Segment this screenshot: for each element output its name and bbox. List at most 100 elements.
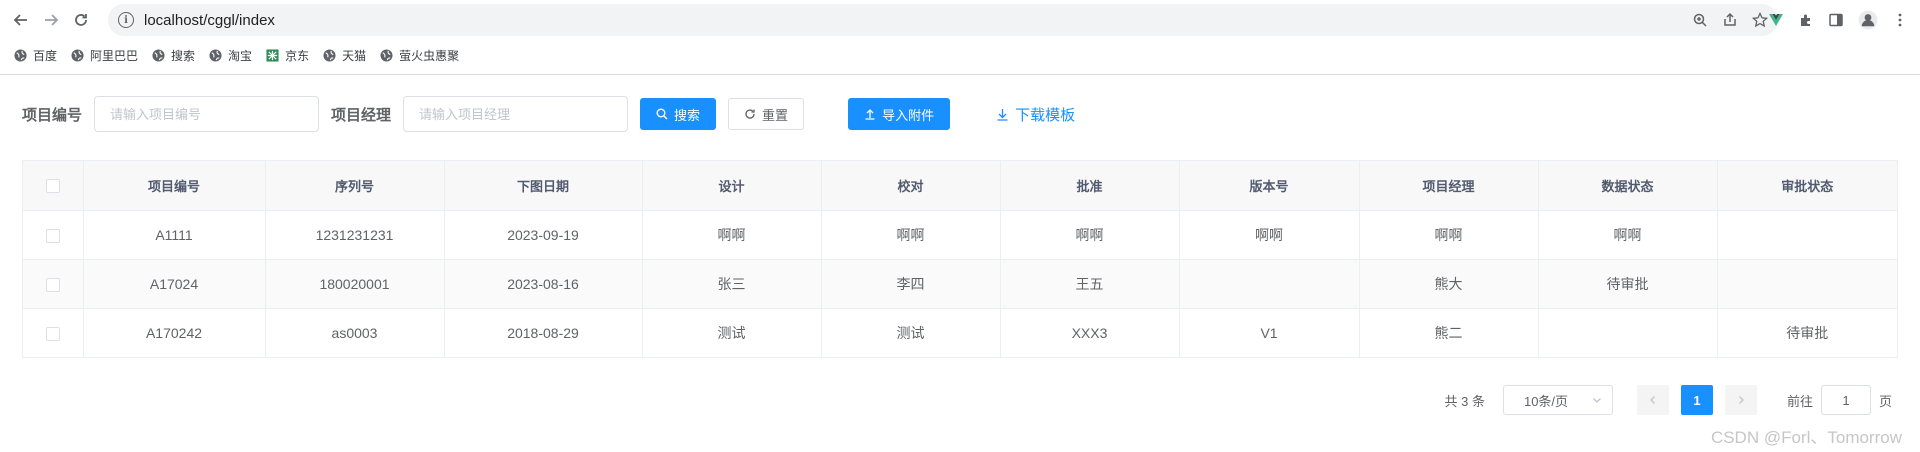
select-all-checkbox[interactable] xyxy=(45,179,60,194)
pagination: 共 3 条 10条/页 1 前往 页 xyxy=(1445,385,1892,415)
refresh-icon xyxy=(745,109,755,119)
share-icon[interactable] xyxy=(1722,12,1738,28)
row-select-cell xyxy=(23,259,84,309)
bookmark-jd[interactable]: 京东 xyxy=(266,47,309,64)
row-checkbox[interactable] xyxy=(45,228,60,243)
search-form: 项目编号 项目经理 搜索 重置 导入附件 下载模板 xyxy=(22,96,1075,132)
bookmark-baidu[interactable]: 百度 xyxy=(14,47,57,64)
bookmark-taobao[interactable]: 淘宝 xyxy=(209,47,252,64)
page-size-select[interactable]: 10条/页 xyxy=(1502,385,1613,415)
globe-icon xyxy=(14,48,27,62)
table-cell: 王五 xyxy=(1000,259,1180,309)
bookmark-label: 京东 xyxy=(285,48,310,63)
manager-label: 项目经理 xyxy=(331,106,392,124)
globe-icon xyxy=(209,48,222,62)
table-cell: 熊大 xyxy=(1359,259,1539,309)
column-header[interactable]: 数据状态 xyxy=(1538,161,1718,211)
table-cell: 测试 xyxy=(642,308,822,357)
column-header[interactable]: 序列号 xyxy=(265,161,445,211)
table-cell: A1111 xyxy=(83,210,266,260)
bookmark-label: 百度 xyxy=(33,48,58,63)
data-table: 项目编号 序列号 下图日期 设计 校对 批准 版本号 项目经理 数据状态 审批状… xyxy=(22,160,1898,358)
bookmark-label: 天猫 xyxy=(342,48,367,63)
reload-button[interactable] xyxy=(66,5,96,35)
column-header[interactable]: 校对 xyxy=(821,161,1001,211)
address-bar[interactable]: i localhost/cggl/index xyxy=(108,4,1778,36)
bookmark-label: 阿里巴巴 xyxy=(90,48,139,63)
download-template-label: 下载模板 xyxy=(1015,106,1076,124)
arrow-left-icon xyxy=(13,14,27,26)
goto-suffix: 页 xyxy=(1878,393,1892,409)
table-cell xyxy=(1717,210,1897,260)
bookmark-star-icon[interactable] xyxy=(1752,12,1768,28)
goto-page-input[interactable] xyxy=(1820,385,1871,415)
column-header[interactable]: 设计 xyxy=(642,161,822,211)
page-content: 项目编号 项目经理 搜索 重置 导入附件 下载模板 xyxy=(0,75,1920,452)
bookmark-tmall[interactable]: 天猫 xyxy=(323,47,366,64)
site-info-icon[interactable]: i xyxy=(118,12,134,28)
next-page-button[interactable] xyxy=(1724,385,1757,415)
extensions-icon[interactable] xyxy=(1798,12,1814,28)
watermark: CSDN @Forl、Tomorrow xyxy=(1710,428,1902,447)
chevron-down-icon xyxy=(1593,398,1601,403)
forward-button[interactable] xyxy=(36,5,66,35)
column-header[interactable]: 版本号 xyxy=(1179,161,1360,211)
bookmark-label: 搜索 xyxy=(171,48,196,63)
prev-page-button[interactable] xyxy=(1636,385,1669,415)
select-all-cell xyxy=(23,161,84,211)
column-header[interactable]: 项目编号 xyxy=(83,161,266,211)
zoom-icon[interactable] xyxy=(1692,12,1708,28)
back-button[interactable] xyxy=(6,5,36,35)
download-icon xyxy=(997,108,1008,121)
bookmark-firefly[interactable]: 萤火虫惠聚 xyxy=(380,47,459,64)
globe-icon xyxy=(323,48,336,62)
reload-icon xyxy=(75,14,87,26)
reset-button[interactable]: 重置 xyxy=(728,98,805,130)
upload-icon xyxy=(865,109,875,120)
row-checkbox[interactable] xyxy=(45,326,60,341)
table-cell: XXX3 xyxy=(1000,308,1180,357)
table-cell: 李四 xyxy=(821,259,1001,309)
search-icon xyxy=(656,108,668,120)
table-cell: 啊啊 xyxy=(1179,210,1360,260)
row-checkbox[interactable] xyxy=(45,277,60,292)
table-cell: 熊二 xyxy=(1359,308,1539,357)
more-menu-icon[interactable] xyxy=(1892,12,1908,28)
column-header[interactable]: 审批状态 xyxy=(1717,161,1897,211)
table-row[interactable]: A170242 as0003 2018-08-29 测试 测试 XXX3 V1 … xyxy=(23,308,1897,357)
bookmark-search[interactable]: 搜索 xyxy=(152,47,195,64)
jd-icon xyxy=(266,48,279,62)
column-header[interactable]: 项目经理 xyxy=(1359,161,1539,211)
url-text[interactable]: localhost/cggl/index xyxy=(144,12,275,29)
vue-devtools-icon[interactable] xyxy=(1768,12,1784,28)
column-header[interactable]: 批准 xyxy=(1000,161,1180,211)
globe-icon xyxy=(380,48,393,62)
search-button[interactable]: 搜索 xyxy=(640,98,717,130)
bookmark-alibaba[interactable]: 阿里巴巴 xyxy=(71,47,138,64)
page-size-value: 10条/页 xyxy=(1523,393,1569,409)
table-cell: 啊啊 xyxy=(1359,210,1539,260)
side-panel-icon[interactable] xyxy=(1828,12,1844,28)
table-cell: 待审批 xyxy=(1786,324,1829,341)
table-cell: 2023-09-19 xyxy=(444,210,643,260)
import-button[interactable]: 导入附件 xyxy=(848,98,951,130)
table-row[interactable]: A17024 180020001 2023-08-16 张三 李四 王五 熊大 … xyxy=(23,259,1897,309)
page-number-current[interactable]: 1 xyxy=(1680,385,1713,415)
goto-label: 前往 xyxy=(1786,393,1813,409)
table-cell: as0003 xyxy=(265,308,445,357)
table-row[interactable]: A1111 1231231231 2023-09-19 啊啊 啊啊 啊啊 啊啊 … xyxy=(23,210,1897,260)
project-no-label: 项目编号 xyxy=(22,106,83,124)
project-no-input[interactable] xyxy=(94,96,320,132)
table-cell: 啊啊 xyxy=(1538,210,1718,260)
table-cell xyxy=(1538,308,1718,357)
table-cell: A170242 xyxy=(83,308,266,357)
table-cell: 待审批 xyxy=(1538,259,1718,309)
profile-avatar-icon[interactable] xyxy=(1858,10,1878,30)
manager-input[interactable] xyxy=(403,96,629,132)
table-cell: 2018-08-29 xyxy=(444,308,643,357)
download-template-link[interactable]: 下载模板 xyxy=(996,104,1075,125)
chevron-right-icon xyxy=(1739,396,1744,404)
column-header[interactable]: 下图日期 xyxy=(444,161,643,211)
globe-icon xyxy=(71,48,84,62)
table-cell: 啊啊 xyxy=(821,210,1001,260)
